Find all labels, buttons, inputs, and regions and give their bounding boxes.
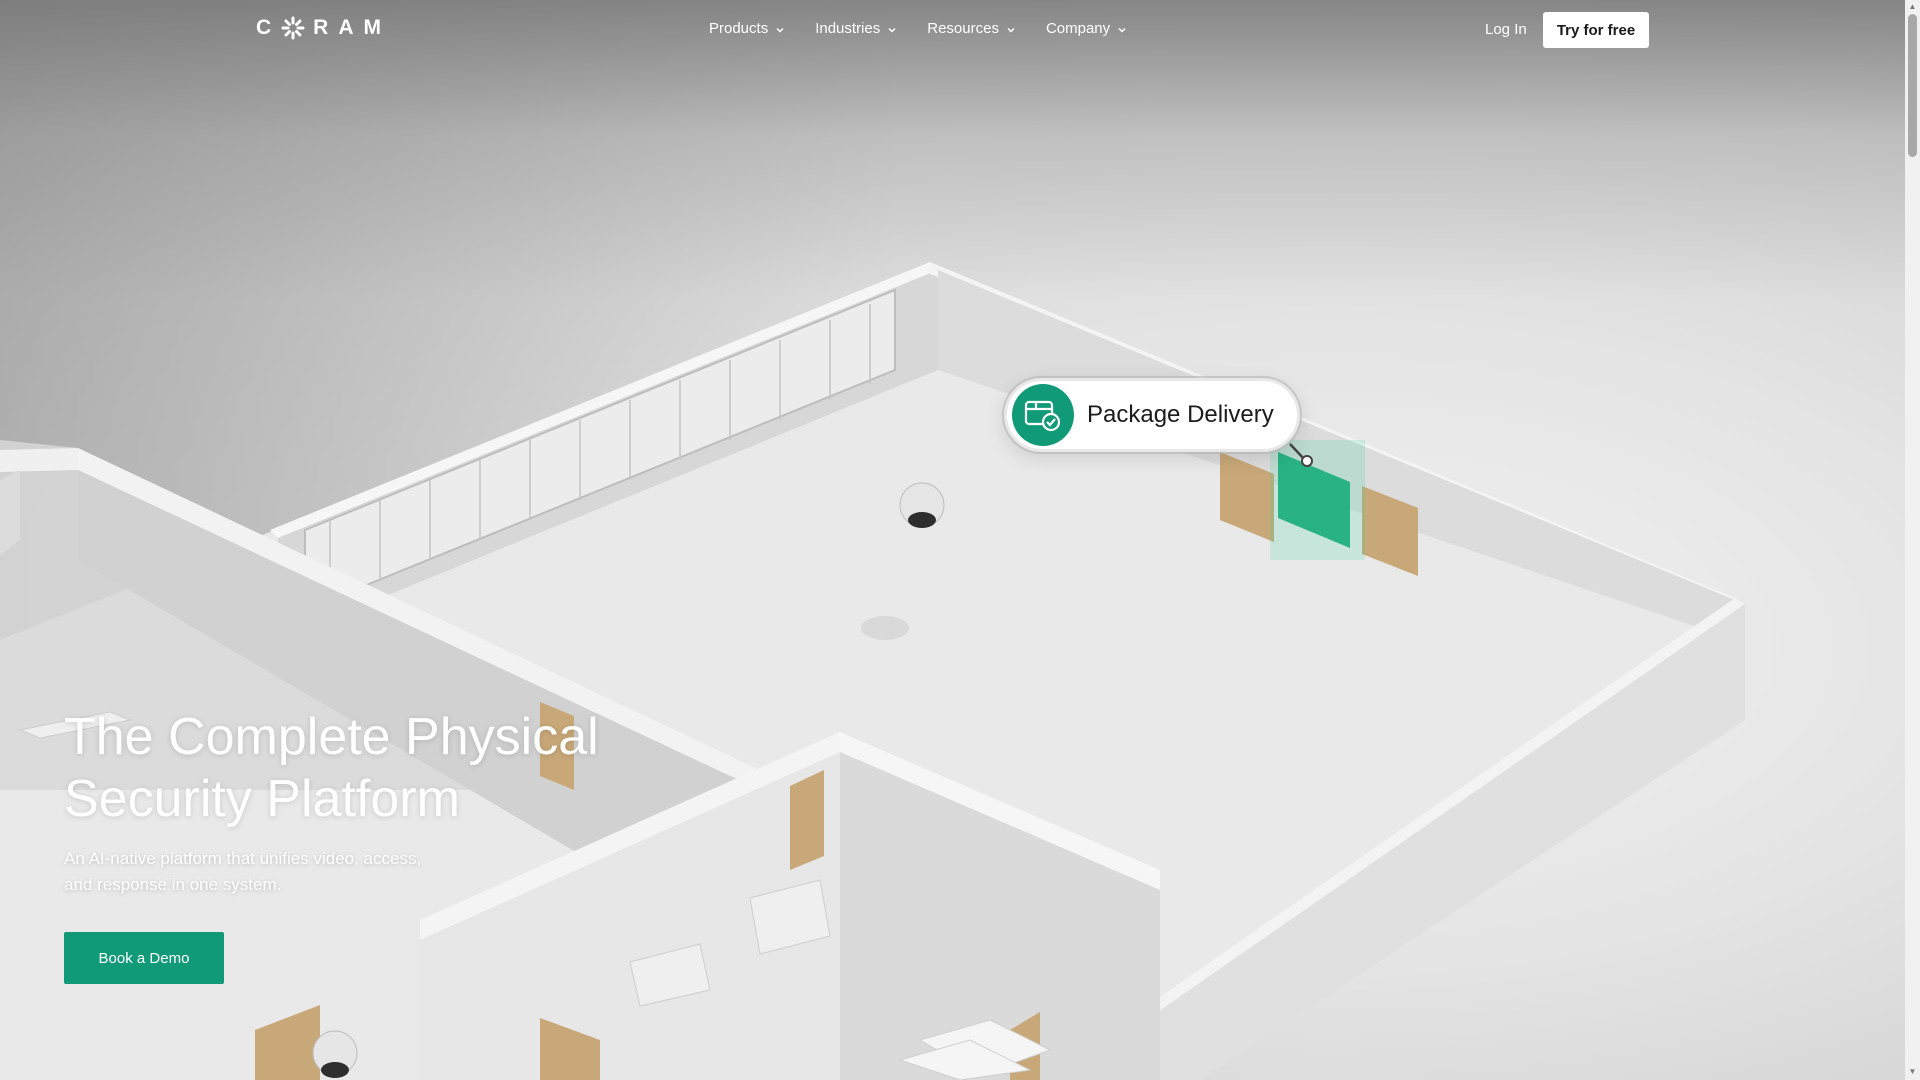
logo-star-icon: [281, 16, 305, 40]
nav-industries[interactable]: Industries: [815, 20, 897, 37]
login-link[interactable]: Log In: [1485, 21, 1527, 38]
scrollbar-thumb[interactable]: [1908, 14, 1917, 157]
nav-products[interactable]: Products: [709, 20, 785, 37]
hero-subtitle-line-1: An AI-native platform that unifies video…: [64, 849, 422, 868]
nav-resources[interactable]: Resources: [927, 20, 1016, 37]
try-for-free-button[interactable]: Try for free: [1543, 12, 1649, 48]
logo-letter-a: A: [338, 16, 364, 39]
logo-letter-r: R: [313, 16, 339, 39]
book-demo-button[interactable]: Book a Demo: [64, 932, 224, 984]
coram-logo[interactable]: C R A M: [256, 16, 391, 40]
hero-subtitle: An AI-native platform that unifies video…: [64, 846, 444, 898]
top-navigation: C R A M Products Industries Resources Co…: [0, 0, 1905, 60]
nav-products-label: Products: [709, 20, 769, 37]
isometric-building-illustration: [0, 262, 1745, 1080]
chevron-down-icon: [776, 27, 784, 33]
chevron-down-icon: [1118, 27, 1126, 33]
logo-letter-c: C: [256, 16, 282, 39]
chevron-down-icon: [1007, 27, 1015, 33]
package-delivery-text: Package Delivery: [1087, 401, 1274, 428]
chevron-down-icon: [888, 27, 896, 33]
package-delivery-label: Package Delivery: [1004, 378, 1300, 452]
nav-company[interactable]: Company: [1046, 20, 1127, 37]
hero-title-line-1: The Complete Physical: [64, 708, 599, 766]
package-check-icon: [1012, 384, 1074, 446]
nav-links: Products Industries Resources Company: [709, 20, 1157, 37]
hero-background: Package Delivery C R A M Products Indust…: [0, 0, 1905, 1080]
hero-title-line-2: Security Platform: [64, 770, 460, 828]
nav-company-label: Company: [1045, 20, 1111, 37]
nav-resources-label: Resources: [927, 20, 999, 37]
hero-subtitle-line-2: and response in one system.: [64, 875, 282, 894]
hero-title: The Complete Physical Security Platform: [64, 706, 684, 830]
logo-letter-m: M: [363, 16, 392, 39]
scroll-down-arrow-icon[interactable]: ▼: [1908, 1067, 1917, 1077]
nav-industries-label: Industries: [815, 20, 881, 37]
scroll-up-arrow-icon[interactable]: ▲: [1908, 2, 1917, 12]
vertical-scrollbar[interactable]: ▲ ▼: [1905, 0, 1920, 1080]
